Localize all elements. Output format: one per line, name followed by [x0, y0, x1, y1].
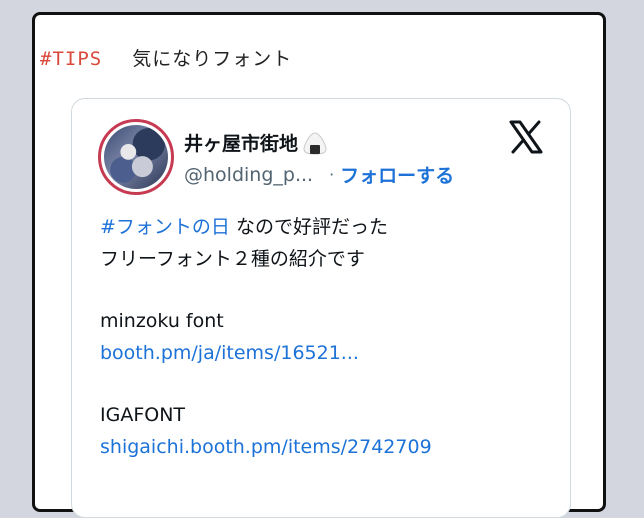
tweet-line-1: #フォントの日 なので好評だった	[100, 211, 550, 243]
font1-name: minzoku font	[100, 310, 224, 332]
avatar-image	[104, 125, 168, 189]
author-handle-row: @holding_p... · フォローする	[184, 161, 454, 188]
tweet-line-2: フリーフォント２種の紹介です	[100, 248, 365, 270]
author-handle[interactable]: @holding_p...	[184, 164, 313, 186]
onigiri-icon	[303, 131, 327, 155]
follow-button[interactable]: フォローする	[340, 161, 454, 188]
avatar[interactable]	[98, 119, 174, 195]
x-logo-icon[interactable]	[508, 119, 544, 155]
separator-dot: ·	[329, 165, 335, 184]
section-title: 気になりフォント	[132, 48, 293, 70]
author-display-name[interactable]: 井ヶ屋市街地	[184, 129, 298, 156]
font2-link[interactable]: shigaichi.booth.pm/items/2742709	[100, 431, 550, 463]
hashtag-link[interactable]: #フォントの日	[100, 216, 230, 238]
tweet-text-1: なので好評だった	[229, 216, 388, 238]
tips-tag[interactable]: #TIPS	[40, 48, 102, 70]
tweet-body: #フォントの日 なので好評だった フリーフォント２種の紹介です minzoku …	[100, 211, 550, 463]
section-header: #TIPS 気になりフォント	[40, 44, 292, 71]
embedded-tweet[interactable]: 井ヶ屋市街地 @holding_p... · フォローする #フォントの日 なの…	[71, 98, 571, 518]
font2-name: IGAFONT	[100, 404, 186, 426]
font1-link[interactable]: booth.pm/ja/items/16521...	[100, 337, 550, 369]
author-name-row: 井ヶ屋市街地	[184, 129, 328, 156]
